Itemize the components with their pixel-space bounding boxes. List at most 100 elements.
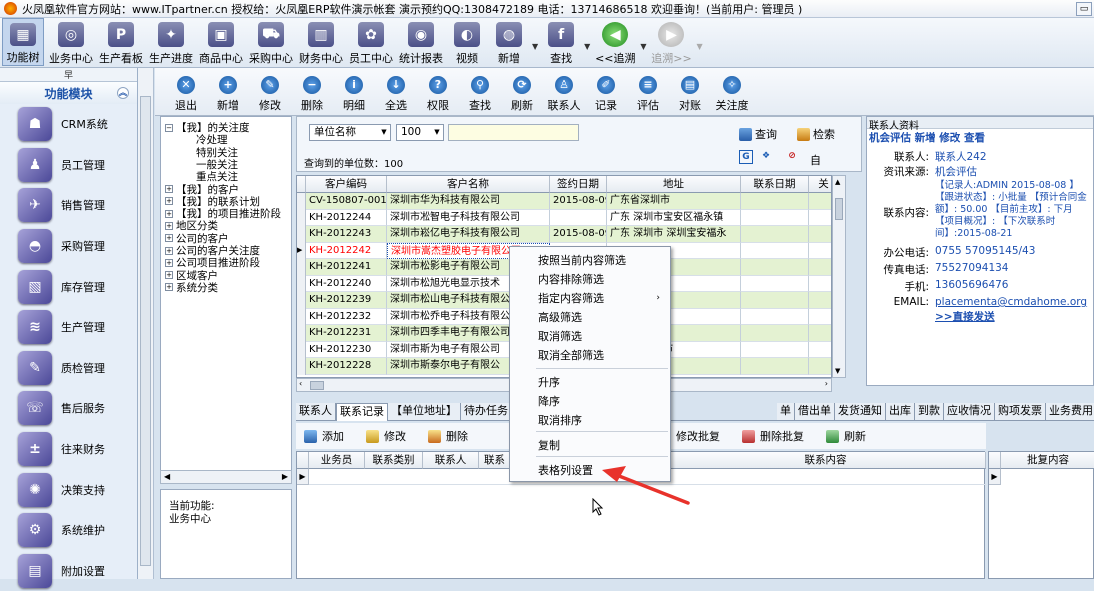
cell-attention[interactable] <box>809 243 831 259</box>
table-row[interactable]: KH-2012243 深圳市崧亿电子科技有限公司 2015-08-09 广东 深圳市 … <box>297 226 831 243</box>
col-header-contact-content[interactable]: 联系内容 <box>666 452 986 469</box>
menu-item-advanced-filter[interactable]: 高级筛选 <box>510 308 670 327</box>
sidebar-scrollbar[interactable] <box>138 68 154 579</box>
expand-icon[interactable]: + <box>165 197 173 206</box>
menu-item-filter-by-current[interactable]: 按照当前内容筛选 <box>510 251 670 270</box>
delete-button[interactable]: − 删除 <box>291 68 333 115</box>
col-header-contact-date[interactable]: 联系日期 <box>741 176 809 193</box>
detail-button[interactable]: i 明细 <box>333 68 375 115</box>
cell-date[interactable]: 2015-08-09 <box>550 226 607 243</box>
main-btn-function-tree[interactable]: ▦ 功能树 <box>2 18 44 66</box>
tab-business-expense[interactable]: 业务费用 <box>1046 403 1094 420</box>
cell-cdate[interactable] <box>741 209 809 226</box>
cell-code[interactable]: KH-2012232 <box>306 308 387 325</box>
cell-date[interactable] <box>550 209 607 226</box>
add-button[interactable]: + 新增 <box>207 68 249 115</box>
permission-button[interactable]: ? 权限 <box>417 68 459 115</box>
main-btn-trace-forward[interactable]: ▶ 追溯>> <box>650 18 692 66</box>
sidebar-item-decision[interactable]: ✺ 决策支持 <box>0 469 137 510</box>
sidebar-item-system[interactable]: ⚙ 系统维护 <box>0 510 137 551</box>
collapse-icon[interactable]: − <box>165 123 173 132</box>
cell-attention[interactable] <box>809 210 831 226</box>
contacts-button[interactable]: ♙ 联系人 <box>543 68 585 115</box>
tab-contacts[interactable]: 联系人 <box>296 403 336 420</box>
evaluate-button[interactable]: ≡ 评估 <box>627 68 669 115</box>
scroll-left-icon[interactable]: ‹ <box>299 379 302 388</box>
cell-attention[interactable] <box>809 193 831 210</box>
table-row[interactable]: KH-2012244 深圳市凇智电子科技有限公司 广东 深圳市宝安区福永镇 <box>297 209 831 226</box>
scroll-right-icon[interactable]: › <box>825 379 828 388</box>
tab-loan-order[interactable]: 借出单 <box>795 403 835 420</box>
cell-attention[interactable] <box>809 325 831 342</box>
reconcile-button[interactable]: ▤ 对账 <box>669 68 711 115</box>
menu-item-copy[interactable]: 复制 <box>510 436 670 455</box>
cell-addr[interactable]: 广东 深圳市 深圳宝安福永 <box>607 226 741 243</box>
expand-icon[interactable]: + <box>165 209 173 218</box>
auto-label[interactable]: 自 <box>810 152 821 168</box>
email-link[interactable]: placementa@cmdahome.org <box>935 296 1087 308</box>
expand-icon[interactable]: + <box>165 221 173 230</box>
cell-code[interactable]: KH-2012242 <box>306 242 387 259</box>
sidebar-pin[interactable]: 早 <box>0 68 137 82</box>
contact-panel-actions[interactable]: 机会评估 新增 修改 查看 <box>867 130 1093 145</box>
menu-item-cancel-sort[interactable]: 取消排序 <box>510 411 670 430</box>
main-btn-production-board[interactable]: P 生产看板 <box>98 18 144 66</box>
cell-cdate[interactable] <box>741 358 809 375</box>
sidebar-item-quality[interactable]: ✎ 质检管理 <box>0 348 137 389</box>
tree-horizontal-scrollbar[interactable]: ◀ ▶ <box>160 470 292 484</box>
trace-back-caret[interactable]: ▼ <box>640 42 646 51</box>
cell-attention[interactable] <box>809 276 831 292</box>
restore-window-button[interactable]: ▭ <box>1076 2 1092 16</box>
main-btn-business-center[interactable]: ◎ 业务中心 <box>48 18 94 66</box>
expand-icon[interactable]: + <box>165 234 173 243</box>
block-icon[interactable]: ⊘ <box>785 150 799 164</box>
select-all-button[interactable]: ↓ 全选 <box>375 68 417 115</box>
tab-outbound[interactable]: 出库 <box>886 403 915 420</box>
main-btn-product-center[interactable]: ▣ 商品中心 <box>198 18 244 66</box>
add-record-button[interactable]: 添加 <box>304 428 344 444</box>
trace-forward-caret[interactable]: ▼ <box>696 42 702 51</box>
cell-attention[interactable] <box>809 309 831 325</box>
menu-item-sort-ascending[interactable]: 升序 <box>510 373 670 392</box>
main-btn-purchase-center[interactable]: ⛟ 采购中心 <box>248 18 294 66</box>
new-dropdown-caret[interactable]: ▼ <box>532 42 538 51</box>
cell-code[interactable]: KH-2012241 <box>306 259 387 276</box>
sidebar-item-staff[interactable]: ♟ 员工管理 <box>0 145 137 186</box>
cell-cdate[interactable] <box>741 292 809 309</box>
google-icon[interactable]: G <box>739 150 753 164</box>
delete-record-button[interactable]: 删除 <box>428 428 468 444</box>
col-header-address[interactable]: 地址 <box>607 176 741 193</box>
cell-code[interactable]: CV-150807-001 <box>306 193 387 210</box>
retrieve-button[interactable]: 检索 <box>797 126 835 142</box>
main-btn-new[interactable]: ◍ 新增 <box>490 18 528 66</box>
cell-date[interactable]: 2015-08-09 <box>550 193 607 210</box>
refresh-button[interactable]: ⟳ 刷新 <box>501 68 543 115</box>
search-button[interactable]: 查询 <box>739 126 777 142</box>
tab-purchase-invoice[interactable]: 购项发票 <box>995 403 1046 420</box>
delete-reply-record-button[interactable]: 删除批复 <box>742 428 804 444</box>
cell-cdate[interactable] <box>741 259 809 276</box>
find-button[interactable]: ⚲ 查找 <box>459 68 501 115</box>
main-btn-video[interactable]: ◐ 视频 <box>448 18 486 66</box>
menu-item-sort-descending[interactable]: 降序 <box>510 392 670 411</box>
sidebar-item-production[interactable]: ≋ 生产管理 <box>0 307 137 348</box>
tab-todo-tasks[interactable]: 待办任务 <box>461 403 512 420</box>
cell-name[interactable]: 深圳市凇智电子科技有限公司 <box>387 209 550 226</box>
cell-code[interactable]: KH-2012240 <box>306 275 387 292</box>
main-btn-trace-back[interactable]: ◀ <<追溯 <box>594 18 636 66</box>
cell-cdate[interactable] <box>741 325 809 342</box>
cell-code[interactable]: KH-2012243 <box>306 226 387 243</box>
scroll-right-icon[interactable]: ▶ <box>282 472 288 481</box>
col-header-contact-person[interactable]: 联系人 <box>423 452 479 469</box>
find-dropdown-caret[interactable]: ▼ <box>584 42 590 51</box>
paw-icon[interactable]: ❖ <box>759 150 773 164</box>
scroll-thumb[interactable] <box>310 381 324 390</box>
sidebar-item-sales[interactable]: ✈ 销售管理 <box>0 185 137 226</box>
cell-attention[interactable] <box>809 358 831 375</box>
col-header-contact-mode[interactable]: 联系 <box>479 452 511 469</box>
col-header-code[interactable]: 客户编码 <box>306 176 387 193</box>
cell-code[interactable]: KH-2012230 <box>306 341 387 358</box>
main-btn-find[interactable]: f 查找 <box>542 18 580 66</box>
menu-item-column-settings[interactable]: 表格列设置 <box>510 461 670 480</box>
expand-icon[interactable]: + <box>165 258 173 267</box>
